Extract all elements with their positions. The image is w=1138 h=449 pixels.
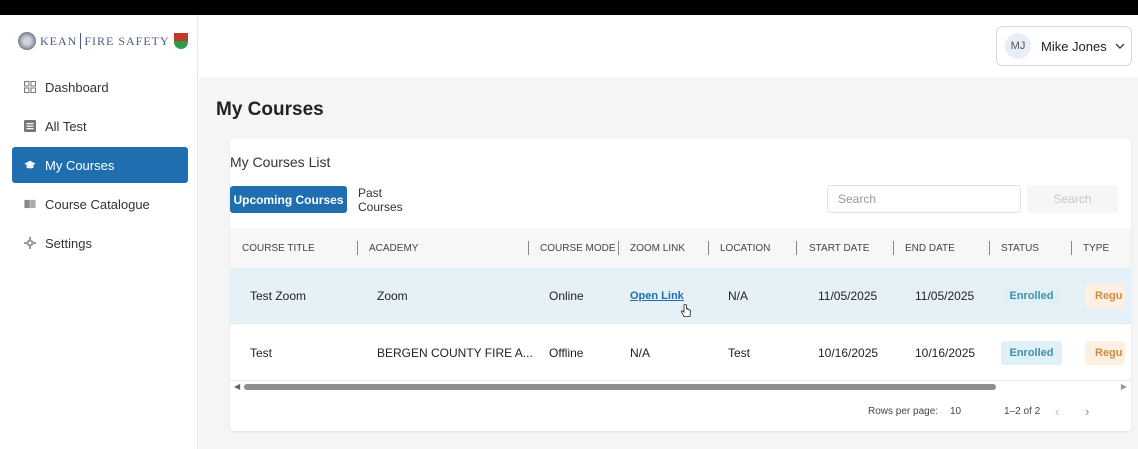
sidebar-nav: Dashboard All Test My Courses Course Cat… [12,69,188,264]
type-badge: Regu [1085,341,1125,365]
dashboard-icon [24,81,36,93]
zoom-link-cell: N/A [630,346,651,360]
top-header: MJ Mike Jones [199,15,1138,77]
graduation-cap-icon [24,159,36,171]
rows-per-page-label: Rows per page: [868,406,939,417]
sidebar-item-settings[interactable]: Settings [12,225,188,261]
location-cell: N/A [728,289,749,303]
rows-per-page-select[interactable]: 10 [950,406,961,417]
column-divider [708,241,709,255]
horizontal-scrollbar[interactable]: ◀ ▶ [230,382,1131,392]
column-header[interactable]: STATUS [1001,228,1039,268]
end-date-cell: 11/05/2025 [915,289,975,303]
courses-table: COURSE TITLE ACADEMY COURSE MODE ZOOM LI… [230,228,1131,430]
chevron-right-icon[interactable]: › [1085,404,1089,419]
sidebar: KEAN FIRE SAFETY Dashboard All Test My C… [0,15,198,449]
gear-icon [24,237,36,249]
sidebar-item-my-courses[interactable]: My Courses [12,147,188,183]
type-badge: Regu [1085,284,1125,308]
sidebar-item-label: All Test [45,118,87,134]
column-divider [893,241,894,255]
location-cell: Test [728,346,751,360]
column-header[interactable]: COURSE TITLE [242,228,315,268]
book-icon [24,198,36,210]
sidebar-item-label: Dashboard [45,79,109,95]
brand-divider [80,33,82,49]
table-row[interactable]: Test BERGEN COUNTY FIRE A... Offline N/A… [230,325,1131,381]
tab-past-courses[interactable]: Past Courses [358,186,430,214]
list-icon [24,120,36,132]
brand-text: KEAN FIRE SAFETY [40,33,170,49]
courses-card: My Courses List Upcoming Courses Past Co… [230,139,1131,431]
search-button[interactable]: Search [1027,185,1118,213]
column-divider [989,241,990,255]
column-divider [1071,241,1072,255]
academy-cell: BERGEN COUNTY FIRE A... [377,346,533,360]
column-header[interactable]: ACADEMY [369,228,418,268]
start-date-cell: 11/05/2025 [818,289,878,303]
scroll-right-icon[interactable]: ▶ [1121,382,1127,391]
status-badge: Enrolled [1001,284,1062,308]
zoom-link-cell: Open Link [630,268,684,324]
column-divider [796,241,797,255]
page-title: My Courses [216,99,324,120]
brand-program: FIRE SAFETY [84,33,170,48]
column-header[interactable]: COURSE MODE [540,228,616,268]
sidebar-item-course-catalogue[interactable]: Course Catalogue [12,186,188,222]
course-title-cell: Test Zoom [250,289,307,303]
course-mode-cell: Offline [549,346,584,360]
main-content: MJ Mike Jones My Courses My Courses List… [199,15,1138,449]
top-black-bar [0,0,1138,15]
pagination-range: 1–2 of 2 [1004,406,1041,417]
course-mode-cell: Online [549,289,584,303]
sidebar-item-dashboard[interactable]: Dashboard [12,69,188,105]
sidebar-item-label: Settings [45,235,92,251]
course-title-cell: Test [250,346,273,360]
academy-cell: Zoom [377,289,408,303]
user-menu[interactable]: MJ Mike Jones [996,26,1132,66]
brand-university: KEAN [40,33,78,48]
column-divider [618,241,619,255]
column-divider [357,241,358,255]
end-date-cell: 10/16/2025 [915,346,976,360]
table-header: COURSE TITLE ACADEMY COURSE MODE ZOOM LI… [230,228,1131,268]
column-header[interactable]: TYPE [1083,228,1109,268]
university-seal-icon [18,32,36,50]
status-badge: Enrolled [1001,341,1062,365]
column-header[interactable]: ZOOM LINK [630,228,685,268]
scrollbar-thumb[interactable] [244,384,996,390]
sidebar-item-all-test[interactable]: All Test [12,108,188,144]
sidebar-item-label: Course Catalogue [45,196,150,212]
start-date-cell: 10/16/2025 [818,346,879,360]
column-header[interactable]: LOCATION [720,228,770,268]
table-pagination: Rows per page: 10 1–2 of 2 ‹ › [230,394,1131,430]
chevron-left-icon[interactable]: ‹ [1055,404,1059,419]
sidebar-item-label: My Courses [45,157,115,173]
search-input[interactable]: Search [827,185,1021,213]
column-header[interactable]: START DATE [809,228,869,268]
chevron-down-icon [1115,40,1125,52]
user-name: Mike Jones [1041,38,1107,54]
column-divider [528,241,529,255]
avatar: MJ [1005,33,1031,59]
tab-upcoming-courses[interactable]: Upcoming Courses [230,186,347,213]
fire-shield-icon [173,33,188,49]
open-link[interactable]: Open Link [630,290,684,302]
hand-cursor-icon [680,304,692,318]
column-header[interactable]: END DATE [905,228,955,268]
scroll-left-icon[interactable]: ◀ [234,382,240,391]
logo[interactable]: KEAN FIRE SAFETY [18,29,188,53]
card-title: My Courses List [230,154,331,170]
